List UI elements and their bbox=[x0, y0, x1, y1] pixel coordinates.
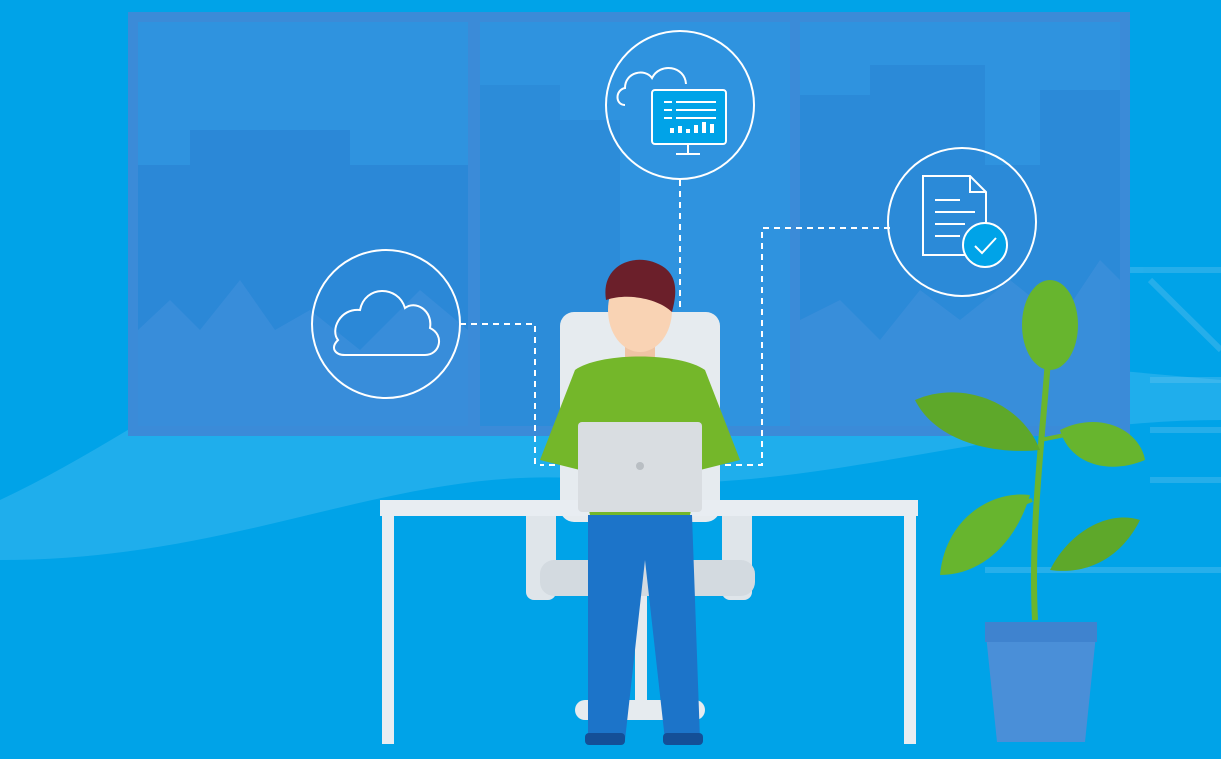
plant-pot bbox=[985, 625, 1097, 742]
leaf bbox=[1022, 280, 1078, 370]
illustration-scene bbox=[0, 0, 1221, 759]
illustration-canvas bbox=[0, 0, 1221, 759]
laptop bbox=[578, 422, 702, 512]
